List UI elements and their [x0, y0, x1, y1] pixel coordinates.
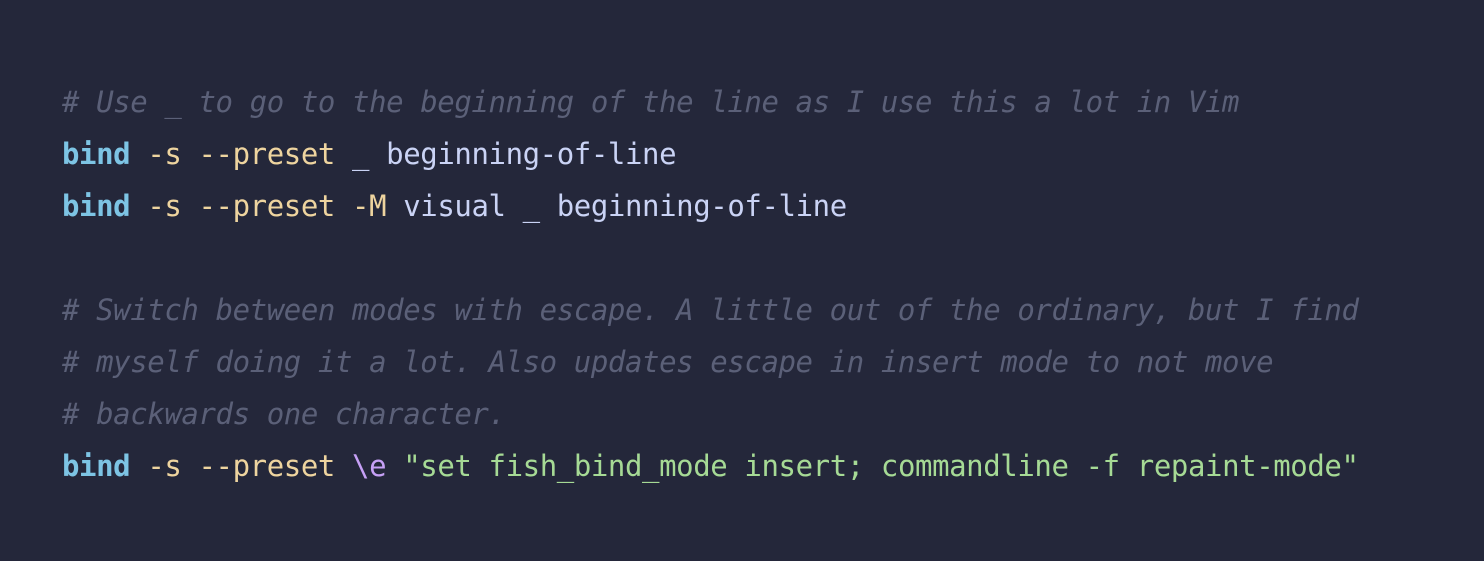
argument-token: _ beginning-of-line [334, 137, 677, 171]
option-token: -s --preset [147, 137, 335, 171]
escape-token: \e [352, 449, 387, 483]
comment-line: # myself doing it a lot. Also updates es… [62, 345, 1274, 379]
code-line: bind -s --preset -M visual _ beginning-o… [62, 180, 1484, 232]
argument-token: visual _ beginning-of-line [386, 189, 847, 223]
keyword-token: bind [62, 137, 131, 171]
comment-line: # Use _ to go to the beginning of the li… [62, 85, 1240, 119]
comment-line: # backwards one character. [62, 397, 506, 431]
option-token: -s --preset [147, 449, 335, 483]
string-token: "set fish_bind_mode insert; commandline … [403, 449, 1359, 483]
code-editor: # Use _ to go to the beginning of the li… [0, 0, 1484, 561]
code-line: bind -s --preset \e "set fish_bind_mode … [62, 440, 1484, 492]
code-line: bind -s --preset _ beginning-of-line [62, 128, 1484, 180]
keyword-token: bind [62, 449, 131, 483]
option-token: -s --preset -M [147, 189, 387, 223]
comment-line: # Switch between modes with escape. A li… [62, 293, 1359, 327]
keyword-token: bind [62, 189, 131, 223]
